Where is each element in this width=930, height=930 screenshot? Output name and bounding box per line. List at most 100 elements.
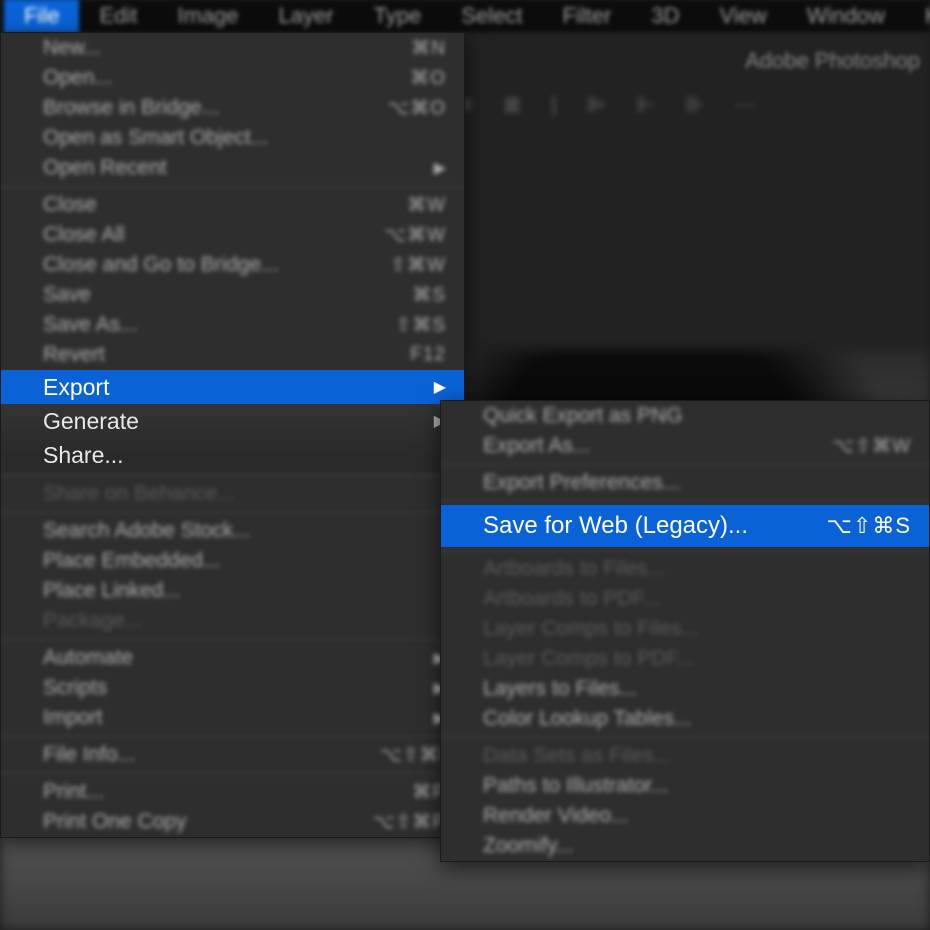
menubar-item-layer[interactable]: Layer bbox=[259, 0, 354, 33]
menu-item[interactable]: Save⌘S bbox=[1, 280, 464, 310]
menu-item[interactable]: File Info...⌥⇧⌘I bbox=[1, 740, 464, 770]
menu-item-label: Save bbox=[43, 283, 412, 307]
menu-item: Artboards to Files... bbox=[441, 554, 929, 584]
menu-item-label: Share... bbox=[43, 442, 446, 469]
menu-item[interactable]: Render Video... bbox=[441, 801, 929, 831]
menu-item[interactable]: Paths to Illustrator... bbox=[441, 771, 929, 801]
menu-item[interactable]: Print One Copy⌥⇧⌘P bbox=[1, 807, 464, 837]
export-submenu: Quick Export as PNGExport As...⌥⇧⌘WExpor… bbox=[440, 400, 930, 862]
menu-item[interactable]: Scripts▶ bbox=[1, 673, 464, 703]
menu-item[interactable]: Import▶ bbox=[1, 703, 464, 733]
menu-item[interactable]: Save As...⇧⌘S bbox=[1, 310, 464, 340]
menu-separator bbox=[441, 501, 929, 502]
menu-item[interactable]: Quick Export as PNG bbox=[441, 401, 929, 431]
menu-item-label: Scripts bbox=[43, 676, 434, 700]
menu-item: Share on Behance... bbox=[1, 479, 464, 509]
menu-item[interactable]: New...⌘N bbox=[1, 33, 464, 63]
menubar-item-view[interactable]: View bbox=[699, 0, 786, 33]
menu-item-shortcut: ⌥⇧⌘P bbox=[373, 811, 447, 834]
menu-item-label: Layers to Files... bbox=[483, 677, 911, 701]
menubar-item-edit[interactable]: Edit bbox=[79, 0, 157, 33]
file-menu: New...⌘NOpen...⌘OBrowse in Bridge...⌥⌘OO… bbox=[0, 32, 465, 838]
menu-separator bbox=[441, 464, 929, 465]
menu-item-label: Browse in Bridge... bbox=[43, 96, 387, 120]
menu-item-label: Open... bbox=[43, 66, 410, 90]
menu-item[interactable]: Zoomify... bbox=[441, 831, 929, 861]
menu-item-shortcut: ⌘O bbox=[410, 67, 446, 90]
menu-item: Layer Comps to PDF... bbox=[441, 644, 929, 674]
menu-item[interactable]: Layers to Files... bbox=[441, 674, 929, 704]
menu-item-shortcut: ⌘N bbox=[411, 37, 446, 60]
menu-item[interactable]: Open as Smart Object... bbox=[1, 123, 464, 153]
menu-item[interactable]: Place Linked... bbox=[1, 576, 464, 606]
menu-item-shortcut: ⌥⇧⌘S bbox=[827, 513, 911, 539]
menu-item-label: Generate bbox=[43, 408, 434, 435]
menu-item-label: Import bbox=[43, 706, 434, 730]
menu-item[interactable]: Place Embedded... bbox=[1, 546, 464, 576]
menu-item-label: Artboards to PDF... bbox=[483, 587, 911, 611]
menu-separator bbox=[1, 475, 464, 476]
menu-item[interactable]: Search Adobe Stock... bbox=[1, 516, 464, 546]
menu-item-save-for-web[interactable]: Save for Web (Legacy)...⌥⇧⌘S bbox=[441, 505, 929, 547]
menu-item-label: Print One Copy bbox=[43, 810, 373, 834]
menu-item-label: Automate bbox=[43, 646, 434, 670]
menu-item-label: Quick Export as PNG bbox=[483, 404, 911, 428]
menu-separator bbox=[1, 773, 464, 774]
menu-item: Package... bbox=[1, 606, 464, 636]
menu-item-label: Export As... bbox=[483, 434, 832, 458]
menubar-item-filter[interactable]: Filter bbox=[542, 0, 631, 33]
menu-item[interactable]: Open Recent▶ bbox=[1, 153, 464, 183]
menu-separator bbox=[1, 512, 464, 513]
menubar-item-3d[interactable]: 3D bbox=[631, 0, 699, 33]
menu-separator bbox=[1, 186, 464, 187]
menu-item-label: Render Video... bbox=[483, 804, 911, 828]
menu-item-label: Save As... bbox=[43, 313, 395, 337]
menu-item[interactable]: Close⌘W bbox=[1, 190, 464, 220]
menu-item[interactable]: Export▶ bbox=[1, 370, 464, 404]
menu-item[interactable]: Print...⌘P bbox=[1, 777, 464, 807]
menu-item[interactable]: Automate▶ bbox=[1, 643, 464, 673]
menu-item-label: Zoomify... bbox=[483, 834, 911, 858]
menu-item[interactable]: Export Preferences... bbox=[441, 468, 929, 498]
menu-item[interactable]: Browse in Bridge...⌥⌘O bbox=[1, 93, 464, 123]
submenu-arrow-icon: ▶ bbox=[434, 377, 446, 397]
menu-item-label: Place Linked... bbox=[43, 579, 446, 603]
menu-item-label: Layer Comps to PDF... bbox=[483, 647, 911, 671]
menu-item-label: Artboards to Files... bbox=[483, 557, 911, 581]
menu-item-label: Search Adobe Stock... bbox=[43, 519, 446, 543]
menu-item-label: Open Recent bbox=[43, 156, 434, 180]
menu-separator bbox=[1, 736, 464, 737]
menu-separator bbox=[441, 737, 929, 738]
menu-item-shortcut: ⇧⌘S bbox=[395, 314, 446, 337]
menubar-item-help[interactable]: Help bbox=[905, 0, 930, 33]
menu-item[interactable]: Close and Go to Bridge...⇧⌘W bbox=[1, 250, 464, 280]
menu-item-shortcut: ⌥⇧⌘W bbox=[832, 435, 911, 458]
menu-item-shortcut: ⌘W bbox=[407, 194, 446, 217]
menu-item[interactable]: RevertF12 bbox=[1, 340, 464, 370]
menubar-item-type[interactable]: Type bbox=[354, 0, 442, 33]
menu-item[interactable]: Open...⌘O bbox=[1, 63, 464, 93]
menu-item[interactable]: Close All⌥⌘W bbox=[1, 220, 464, 250]
menu-item-label: Close All bbox=[43, 223, 384, 247]
menubar-item-file[interactable]: File bbox=[4, 0, 79, 33]
menu-item-label: Data Sets as Files... bbox=[483, 744, 911, 768]
menu-separator bbox=[1, 639, 464, 640]
menubar-item-image[interactable]: Image bbox=[157, 0, 258, 33]
menu-item-shortcut: ⌥⌘O bbox=[387, 97, 446, 120]
menu-item-label: Paths to Illustrator... bbox=[483, 774, 911, 798]
menu-item-label: Package... bbox=[43, 609, 446, 633]
menubar-item-window[interactable]: Window bbox=[787, 0, 905, 33]
menu-item[interactable]: Share... bbox=[1, 438, 464, 472]
options-bar: ≡≣|⊫⊩⊪⋯ bbox=[460, 80, 930, 130]
app-title: Adobe Photoshop bbox=[745, 48, 920, 74]
menu-item[interactable]: Generate▶ bbox=[1, 404, 464, 438]
menu-item-shortcut: ⌥⇧⌘I bbox=[380, 744, 446, 767]
menu-item-label: New... bbox=[43, 36, 411, 60]
menu-item[interactable]: Color Lookup Tables... bbox=[441, 704, 929, 734]
menu-item[interactable]: Export As...⌥⇧⌘W bbox=[441, 431, 929, 461]
menu-item-label: Share on Behance... bbox=[43, 482, 446, 506]
menu-item-shortcut: ⌘S bbox=[412, 284, 446, 307]
menu-separator bbox=[441, 550, 929, 551]
menu-item: Data Sets as Files... bbox=[441, 741, 929, 771]
menubar-item-select[interactable]: Select bbox=[441, 0, 542, 33]
